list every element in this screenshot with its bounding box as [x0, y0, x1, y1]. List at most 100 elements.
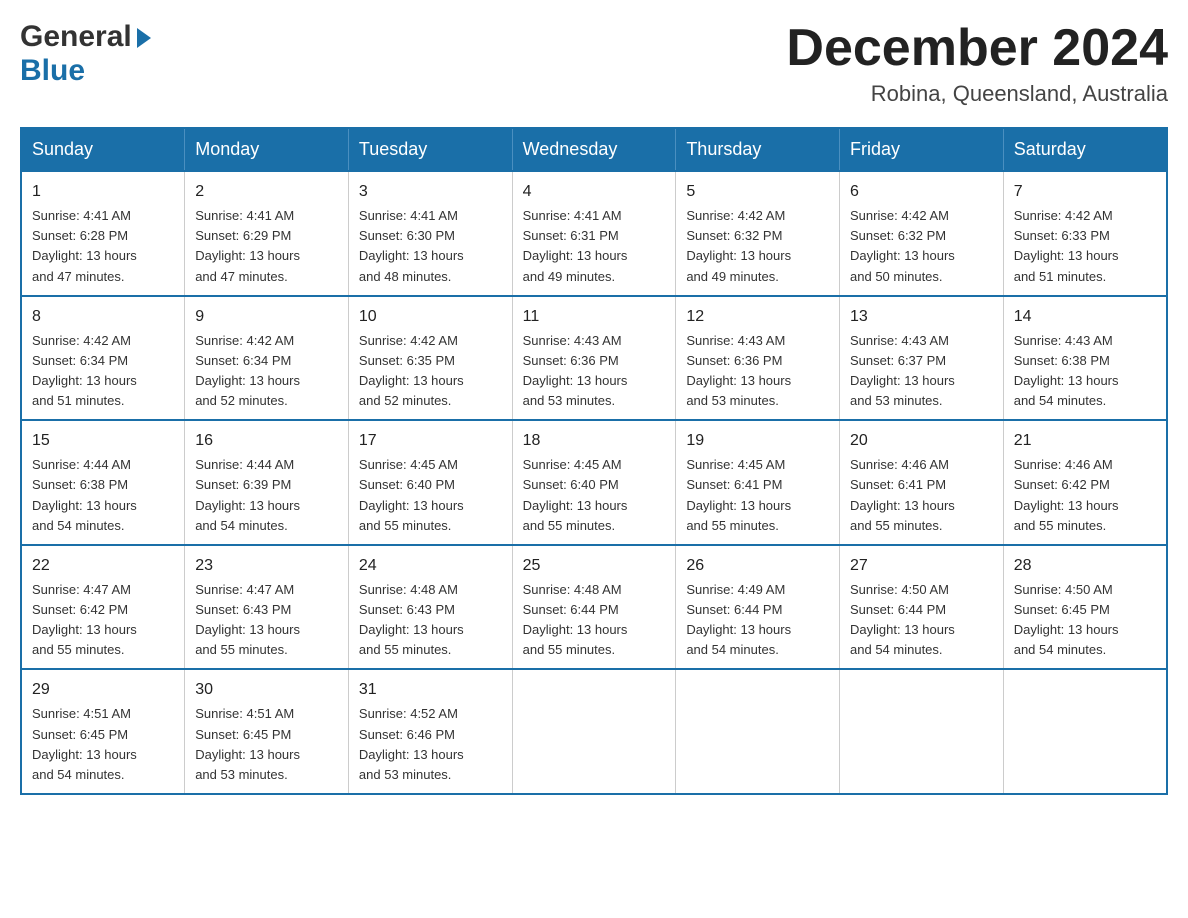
day-info: Sunrise: 4:42 AM Sunset: 6:34 PM Dayligh…: [32, 331, 174, 412]
day-info: Sunrise: 4:46 AM Sunset: 6:42 PM Dayligh…: [1014, 455, 1156, 536]
calendar-cell: 22Sunrise: 4:47 AM Sunset: 6:42 PM Dayli…: [21, 545, 185, 670]
day-number: 3: [359, 180, 502, 204]
logo-blue-text: Blue: [20, 54, 85, 88]
day-info: Sunrise: 4:41 AM Sunset: 6:28 PM Dayligh…: [32, 206, 174, 287]
header-row: Sunday Monday Tuesday Wednesday Thursday…: [21, 128, 1167, 171]
day-number: 5: [686, 180, 829, 204]
calendar-week-5: 29 Sunrise: 4:51 AM Sunset: 6:45 PM Dayli…: [21, 669, 1167, 794]
day-info: Sunrise: 4:50 AM Sunset: 6:44 PM Dayligh…: [850, 580, 993, 661]
day-info: Sunrise: 4:42 AM Sunset: 6:32 PM Dayligh…: [850, 206, 993, 287]
calendar-cell: 28Sunrise: 4:50 AM Sunset: 6:45 PM Dayli…: [1003, 545, 1167, 670]
day-number: 10: [359, 305, 502, 329]
day-info: Sunrise: 4:45 AM Sunset: 6:41 PM Dayligh…: [686, 455, 829, 536]
day-number: 25: [523, 554, 666, 578]
day-number: 30: [195, 678, 338, 702]
day-number: 15: [32, 429, 174, 453]
title-section: December 2024 Robina, Queensland, Austra…: [786, 20, 1168, 107]
calendar-cell: 27Sunrise: 4:50 AM Sunset: 6:44 PM Dayli…: [840, 545, 1004, 670]
day-info: Sunrise: 4:43 AM Sunset: 6:36 PM Dayligh…: [523, 331, 666, 412]
calendar-table: Sunday Monday Tuesday Wednesday Thursday…: [20, 127, 1168, 795]
calendar-cell: 15Sunrise: 4:44 AM Sunset: 6:38 PM Dayli…: [21, 420, 185, 545]
location-title: Robina, Queensland, Australia: [786, 81, 1168, 107]
logo: General Blue: [20, 20, 151, 88]
day-info: Sunrise: 4:49 AM Sunset: 6:44 PM Dayligh…: [686, 580, 829, 661]
calendar-week-2: 8Sunrise: 4:42 AM Sunset: 6:34 PM Daylig…: [21, 296, 1167, 421]
logo-triangle-icon: [137, 28, 151, 48]
calendar-cell: 24Sunrise: 4:48 AM Sunset: 6:43 PM Dayli…: [348, 545, 512, 670]
calendar-week-3: 15Sunrise: 4:44 AM Sunset: 6:38 PM Dayli…: [21, 420, 1167, 545]
calendar-header: Sunday Monday Tuesday Wednesday Thursday…: [21, 128, 1167, 171]
calendar-cell: 3Sunrise: 4:41 AM Sunset: 6:30 PM Daylig…: [348, 171, 512, 296]
day-info: Sunrise: 4:46 AM Sunset: 6:41 PM Dayligh…: [850, 455, 993, 536]
calendar-cell: 26Sunrise: 4:49 AM Sunset: 6:44 PM Dayli…: [676, 545, 840, 670]
day-info: Sunrise: 4:47 AM Sunset: 6:43 PM Dayligh…: [195, 580, 338, 661]
day-number: 28: [1014, 554, 1156, 578]
day-number: 6: [850, 180, 993, 204]
calendar-body: 1Sunrise: 4:41 AM Sunset: 6:28 PM Daylig…: [21, 171, 1167, 794]
day-info: Sunrise: 4:48 AM Sunset: 6:43 PM Dayligh…: [359, 580, 502, 661]
calendar-cell: 12Sunrise: 4:43 AM Sunset: 6:36 PM Dayli…: [676, 296, 840, 421]
calendar-cell: 14Sunrise: 4:43 AM Sunset: 6:38 PM Dayli…: [1003, 296, 1167, 421]
day-number: 17: [359, 429, 502, 453]
calendar-cell: 30Sunrise: 4:51 AM Sunset: 6:45 PM Dayli…: [185, 669, 349, 794]
col-tuesday: Tuesday: [348, 128, 512, 171]
col-monday: Monday: [185, 128, 349, 171]
day-number: 24: [359, 554, 502, 578]
day-number: 8: [32, 305, 174, 329]
calendar-cell: 16Sunrise: 4:44 AM Sunset: 6:39 PM Dayli…: [185, 420, 349, 545]
calendar-cell: 9Sunrise: 4:42 AM Sunset: 6:34 PM Daylig…: [185, 296, 349, 421]
day-info: Sunrise: 4:42 AM Sunset: 6:32 PM Dayligh…: [686, 206, 829, 287]
calendar-cell: [1003, 669, 1167, 794]
month-title: December 2024: [786, 20, 1168, 77]
day-info: Sunrise: 4:43 AM Sunset: 6:36 PM Dayligh…: [686, 331, 829, 412]
day-info: Sunrise: 4:44 AM Sunset: 6:39 PM Dayligh…: [195, 455, 338, 536]
day-info: Sunrise: 4:43 AM Sunset: 6:38 PM Dayligh…: [1014, 331, 1156, 412]
day-number: 1: [32, 180, 174, 204]
calendar-week-4: 22Sunrise: 4:47 AM Sunset: 6:42 PM Dayli…: [21, 545, 1167, 670]
calendar-cell: 11Sunrise: 4:43 AM Sunset: 6:36 PM Dayli…: [512, 296, 676, 421]
calendar-cell: 2Sunrise: 4:41 AM Sunset: 6:29 PM Daylig…: [185, 171, 349, 296]
day-info: Sunrise: 4:50 AM Sunset: 6:45 PM Dayligh…: [1014, 580, 1156, 661]
day-info: Sunrise: 4:45 AM Sunset: 6:40 PM Dayligh…: [359, 455, 502, 536]
calendar-cell: [676, 669, 840, 794]
day-number: 20: [850, 429, 993, 453]
day-number: 19: [686, 429, 829, 453]
day-info: Sunrise: 4:45 AM Sunset: 6:40 PM Dayligh…: [523, 455, 666, 536]
col-friday: Friday: [840, 128, 1004, 171]
calendar-cell: [840, 669, 1004, 794]
calendar-cell: 25Sunrise: 4:48 AM Sunset: 6:44 PM Dayli…: [512, 545, 676, 670]
calendar-cell: [512, 669, 676, 794]
day-number: 14: [1014, 305, 1156, 329]
col-wednesday: Wednesday: [512, 128, 676, 171]
day-info: Sunrise: 4:41 AM Sunset: 6:31 PM Dayligh…: [523, 206, 666, 287]
day-info: Sunrise: 4:43 AM Sunset: 6:37 PM Dayligh…: [850, 331, 993, 412]
calendar-cell: 7Sunrise: 4:42 AM Sunset: 6:33 PM Daylig…: [1003, 171, 1167, 296]
day-number: 9: [195, 305, 338, 329]
calendar-cell: 29Sunrise: 4:51 AM Sunset: 6:45 PM Dayli…: [21, 669, 185, 794]
day-number: 2: [195, 180, 338, 204]
col-saturday: Saturday: [1003, 128, 1167, 171]
calendar-cell: 13Sunrise: 4:43 AM Sunset: 6:37 PM Dayli…: [840, 296, 1004, 421]
col-thursday: Thursday: [676, 128, 840, 171]
calendar-cell: 23Sunrise: 4:47 AM Sunset: 6:43 PM Dayli…: [185, 545, 349, 670]
calendar-week-1: 1Sunrise: 4:41 AM Sunset: 6:28 PM Daylig…: [21, 171, 1167, 296]
day-number: 7: [1014, 180, 1156, 204]
calendar-cell: 5Sunrise: 4:42 AM Sunset: 6:32 PM Daylig…: [676, 171, 840, 296]
day-number: 29: [32, 678, 174, 702]
calendar-cell: 19Sunrise: 4:45 AM Sunset: 6:41 PM Dayli…: [676, 420, 840, 545]
day-info: Sunrise: 4:48 AM Sunset: 6:44 PM Dayligh…: [523, 580, 666, 661]
calendar-cell: 8Sunrise: 4:42 AM Sunset: 6:34 PM Daylig…: [21, 296, 185, 421]
day-number: 26: [686, 554, 829, 578]
day-number: 11: [523, 305, 666, 329]
calendar-cell: 17Sunrise: 4:45 AM Sunset: 6:40 PM Dayli…: [348, 420, 512, 545]
day-info: Sunrise: 4:42 AM Sunset: 6:34 PM Dayligh…: [195, 331, 338, 412]
day-info: Sunrise: 4:51 AM Sunset: 6:45 PM Dayligh…: [195, 704, 338, 785]
day-number: 31: [359, 678, 502, 702]
day-number: 12: [686, 305, 829, 329]
day-info: Sunrise: 4:47 AM Sunset: 6:42 PM Dayligh…: [32, 580, 174, 661]
calendar-cell: 18Sunrise: 4:45 AM Sunset: 6:40 PM Dayli…: [512, 420, 676, 545]
col-sunday: Sunday: [21, 128, 185, 171]
day-info: Sunrise: 4:42 AM Sunset: 6:33 PM Dayligh…: [1014, 206, 1156, 287]
day-info: Sunrise: 4:41 AM Sunset: 6:29 PM Dayligh…: [195, 206, 338, 287]
calendar-cell: 1Sunrise: 4:41 AM Sunset: 6:28 PM Daylig…: [21, 171, 185, 296]
